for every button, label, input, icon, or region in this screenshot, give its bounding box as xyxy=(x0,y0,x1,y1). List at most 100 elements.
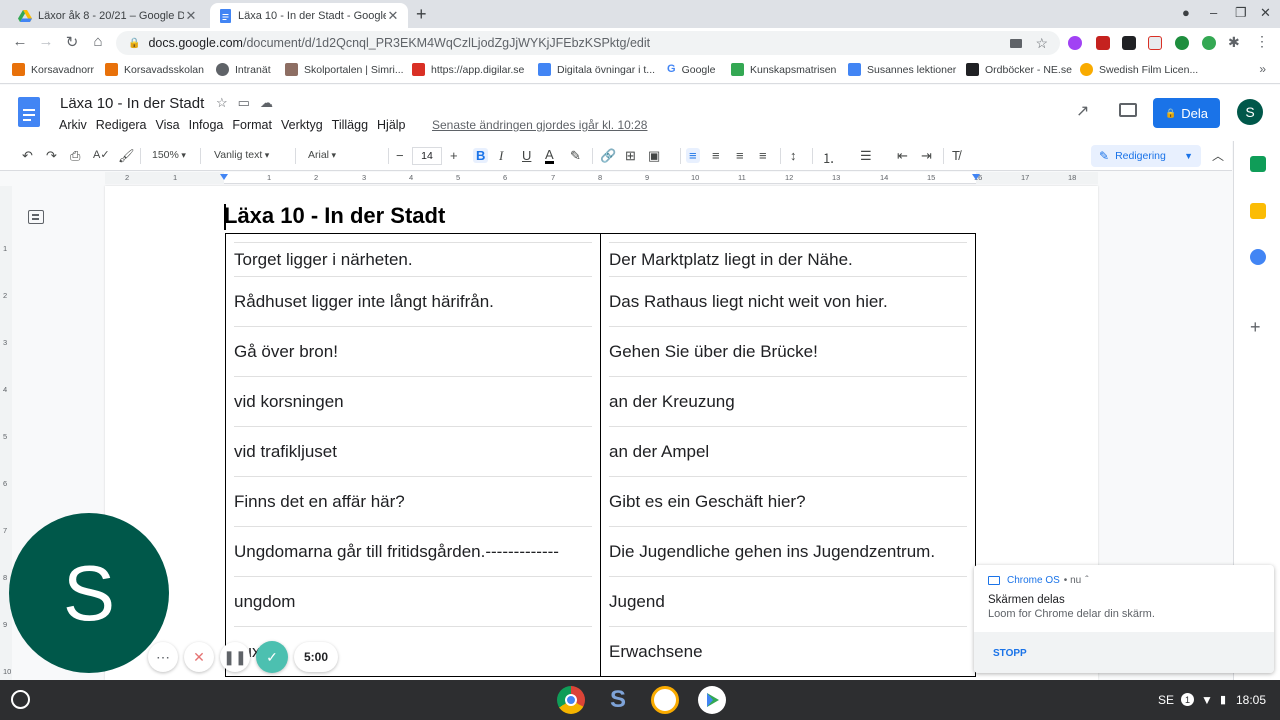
puzzle-icon[interactable]: ✱ xyxy=(1228,34,1242,50)
bookmark-digitala-ovningar[interactable]: Digitala övningar i t... xyxy=(538,63,655,76)
address-bar[interactable]: 🔒 docs.google.com/document/d/1d2Qcnql_PR… xyxy=(116,31,1060,55)
close-icon[interactable]: ✕ xyxy=(184,8,198,24)
table-cell-german[interactable]: Gibt es ein Geschäft hier? xyxy=(600,476,976,526)
clear-formatting-icon[interactable]: T̸ xyxy=(952,148,960,163)
bookmark-korsavadnorr[interactable]: Korsavadnorr xyxy=(12,63,94,76)
editing-mode-select[interactable]: ✎ Redigering ▼ xyxy=(1091,145,1201,167)
line-spacing-icon[interactable]: ↕ xyxy=(790,148,797,163)
bookmark-susannes-lektioner[interactable]: Susannes lektioner xyxy=(848,63,956,76)
avatar[interactable]: S xyxy=(1237,99,1263,125)
restore-icon[interactable]: ❐ xyxy=(1235,5,1247,21)
align-right-icon[interactable]: ≡ xyxy=(736,148,744,163)
tab-drive[interactable]: Läxor åk 8 - 20/21 – Google Drive ✕ xyxy=(10,3,206,28)
redo-icon[interactable]: ↷ xyxy=(46,148,57,164)
extension-icon[interactable] xyxy=(1096,36,1110,50)
bulleted-list-icon[interactable]: ☰ xyxy=(860,148,872,164)
last-edit-link[interactable]: Senaste ändringen gjordes igår kl. 10:28 xyxy=(432,118,647,132)
share-button[interactable]: 🔒 Dela xyxy=(1153,98,1220,128)
justify-icon[interactable]: ≡ xyxy=(759,148,767,163)
calendar-icon[interactable] xyxy=(1250,156,1266,172)
play-store-icon[interactable] xyxy=(698,686,726,714)
move-folder-icon[interactable]: ▭ xyxy=(238,95,260,110)
undo-icon[interactable]: ↶ xyxy=(22,148,33,164)
extension-icon[interactable] xyxy=(1068,36,1082,50)
table-cell-swedish[interactable]: Gå över bron! xyxy=(226,326,601,376)
align-center-icon[interactable]: ≡ xyxy=(712,148,720,163)
close-icon[interactable]: ✕ xyxy=(386,8,400,24)
table-cell-swedish[interactable]: ungdom xyxy=(226,576,601,626)
text-color-icon[interactable]: A xyxy=(545,148,554,164)
battery-icon[interactable]: ▮ xyxy=(1220,693,1226,706)
table-cell-swedish[interactable]: vid trafikljuset xyxy=(226,426,601,476)
vocabulary-table[interactable]: Torget ligger i närheten. Der Marktplatz… xyxy=(225,233,976,677)
table-cell-german[interactable]: Der Marktplatz liegt in der Nähe. xyxy=(600,233,976,276)
more-options-icon[interactable]: ⋯ xyxy=(148,642,178,672)
app-school-crest-icon[interactable] xyxy=(651,686,679,714)
star-icon[interactable]: ☆ xyxy=(216,95,238,110)
print-icon[interactable]: ⎙ xyxy=(70,148,80,164)
add-comment-icon[interactable]: ⊞ xyxy=(625,148,636,164)
table-cell-german[interactable]: an der Kreuzung xyxy=(600,376,976,426)
decrease-font-size-icon[interactable]: − xyxy=(396,148,404,163)
document-page[interactable]: Läxa 10 - In der Stadt Torget ligger i n… xyxy=(105,186,1098,680)
spellcheck-icon[interactable]: A✓ xyxy=(93,148,110,161)
extension-icon[interactable] xyxy=(1175,36,1189,50)
table-cell-german[interactable]: Das Rathaus liegt nicht weit von hier. xyxy=(600,276,976,326)
comment-history-icon[interactable] xyxy=(1119,103,1137,117)
forward-icon[interactable]: → xyxy=(36,33,56,50)
right-indent-marker[interactable] xyxy=(972,174,980,180)
google-docs-logo[interactable] xyxy=(18,97,40,127)
chevron-up-icon[interactable]: ˆ xyxy=(1085,575,1088,586)
bookmark-intranat[interactable]: Intranät xyxy=(216,63,271,76)
more-bookmarks-icon[interactable]: » xyxy=(1259,62,1266,76)
menu-infoga[interactable]: Infoga xyxy=(189,118,224,132)
align-left-icon[interactable]: ≡ xyxy=(686,148,700,163)
bookmark-ordbocker[interactable]: Ordböcker - NE.se xyxy=(966,63,1072,76)
wifi-icon[interactable]: ▼ xyxy=(1201,693,1213,707)
home-icon[interactable]: ⌂ xyxy=(88,33,108,50)
highlight-icon[interactable]: ✎ xyxy=(570,148,581,164)
bookmark-swedish-film[interactable]: Swedish Film Licen... xyxy=(1080,63,1198,76)
extension-icon[interactable] xyxy=(1202,36,1216,50)
pause-icon[interactable]: ❚❚ xyxy=(220,642,250,672)
bookmark-google[interactable]: G Google xyxy=(667,63,715,76)
tab-docs[interactable]: Läxa 10 - In der Stadt - Google Docs ✕ xyxy=(210,3,408,28)
new-tab-button[interactable]: + xyxy=(416,4,427,25)
style-select[interactable]: Vanlig text xyxy=(214,149,269,161)
table-cell-german[interactable]: an der Ampel xyxy=(600,426,976,476)
extension-icon[interactable] xyxy=(1122,36,1136,50)
bold-icon[interactable]: B xyxy=(473,148,489,163)
menu-visa[interactable]: Visa xyxy=(156,118,180,132)
table-cell-swedish[interactable]: Torget ligger i närheten. xyxy=(226,234,601,277)
table-cell-swedish[interactable]: Ungdomarna går till fritidsgården.------… xyxy=(226,526,601,576)
font-size-input[interactable]: 14 xyxy=(412,147,442,165)
insert-image-icon[interactable]: ▣ xyxy=(648,148,660,164)
indent-marker[interactable] xyxy=(220,174,228,180)
underline-icon[interactable]: U xyxy=(522,148,531,163)
notification-count-badge[interactable]: 1 xyxy=(1181,693,1194,706)
clock[interactable]: 18:05 xyxy=(1236,693,1266,707)
loom-camera-bubble[interactable]: S xyxy=(9,513,169,673)
table-cell-swedish[interactable]: vid korsningen xyxy=(226,376,601,426)
font-select[interactable]: Arial xyxy=(308,149,336,161)
finish-recording-icon[interactable]: ✓ xyxy=(256,641,288,673)
table-cell-swedish[interactable]: Finns det en affär här? xyxy=(226,476,601,526)
increase-indent-icon[interactable]: ⇥ xyxy=(921,148,932,164)
activity-trend-icon[interactable]: ↗ xyxy=(1076,101,1089,121)
horizontal-ruler[interactable]: 2 1 1 2 3 4 5 6 7 8 9 10 11 12 13 14 15 … xyxy=(105,172,1098,184)
more-icon[interactable]: ⋮ xyxy=(1255,33,1269,49)
increase-font-size-icon[interactable]: + xyxy=(450,148,458,163)
tasks-icon[interactable] xyxy=(1250,249,1266,265)
bookmark-korsavadsskolan[interactable]: Korsavadsskolan xyxy=(105,63,204,76)
menu-verktyg[interactable]: Verktyg xyxy=(281,118,323,132)
profile-menu-icon[interactable]: ● xyxy=(1182,5,1190,20)
menu-hjalp[interactable]: Hjälp xyxy=(377,118,406,132)
camera-icon[interactable] xyxy=(1010,38,1022,48)
table-cell-german[interactable]: Erwachsene xyxy=(600,626,976,677)
extension-icon[interactable] xyxy=(1148,36,1162,50)
close-window-icon[interactable]: ✕ xyxy=(1260,5,1271,21)
chevron-up-icon[interactable]: ︿ xyxy=(1212,147,1224,164)
document-outline-icon[interactable] xyxy=(28,210,44,224)
keep-icon[interactable] xyxy=(1250,203,1266,219)
back-icon[interactable]: ← xyxy=(10,33,30,50)
